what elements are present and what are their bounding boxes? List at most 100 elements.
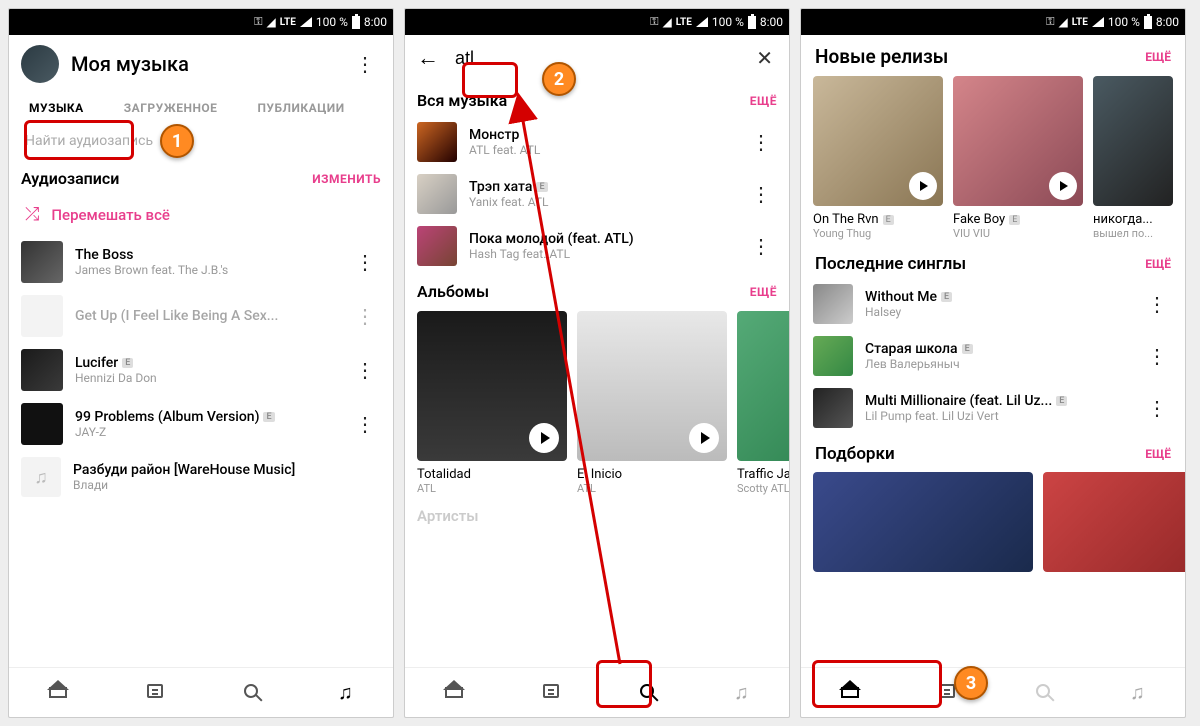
search-input[interactable] xyxy=(455,48,736,69)
album-art xyxy=(417,226,457,266)
pick-card[interactable] xyxy=(1043,472,1185,572)
track-more-icon[interactable]: ⋮ xyxy=(349,304,381,328)
nav-music-icon[interactable]: ♫ xyxy=(328,674,363,711)
track-more-icon[interactable]: ⋮ xyxy=(745,182,777,206)
wifi-icon: ◢ xyxy=(267,15,276,29)
album-art xyxy=(21,241,63,283)
track-more-icon[interactable]: ⋮ xyxy=(745,130,777,154)
shuffle-all-button[interactable]: ⤮ Перемешать всё xyxy=(9,194,393,235)
lte-label: LTE xyxy=(676,17,692,28)
section-all-music-header: Вся музыка ЕЩЁ xyxy=(405,81,789,116)
play-icon[interactable] xyxy=(529,423,559,453)
battery-icon xyxy=(748,16,756,29)
track-more-icon[interactable]: ⋮ xyxy=(1141,396,1173,420)
more-button[interactable]: ЕЩЁ xyxy=(1145,50,1171,64)
release-card[interactable]: никогда... вышел по... xyxy=(1093,76,1173,240)
more-button[interactable]: ЕЩЁ xyxy=(1145,447,1171,461)
album-art xyxy=(21,403,63,445)
search-placeholder[interactable]: Найти аудиозапись xyxy=(9,123,393,159)
album-card[interactable]: Totalidad ATL xyxy=(417,311,567,495)
track-title: Разбуди район [WareHouse Music] xyxy=(73,462,381,478)
play-icon[interactable] xyxy=(1049,172,1077,200)
section-singles-title: Последние синглы xyxy=(815,254,966,274)
picks-row[interactable] xyxy=(801,468,1185,576)
track-row[interactable]: Трэп хатаE Yanix feat. ATL ⋮ xyxy=(405,168,789,220)
tab-publications[interactable]: ПУБЛИКАЦИИ xyxy=(247,93,354,123)
releases-row[interactable]: On The RvnE Young Thug Fake BoyE VIU VIU… xyxy=(801,72,1185,244)
signal-icon xyxy=(696,17,708,27)
track-more-icon[interactable]: ⋮ xyxy=(349,250,381,274)
nav-search-icon[interactable] xyxy=(234,676,268,709)
nav-home-icon[interactable] xyxy=(831,676,869,709)
annotation-badge-2: 2 xyxy=(542,62,576,96)
lte-label: LTE xyxy=(280,17,296,28)
shuffle-icon: ⤮ xyxy=(25,204,39,225)
more-button[interactable]: ЕЩЁ xyxy=(750,285,777,299)
nav-music-icon[interactable]: ♫ xyxy=(724,674,759,711)
signal-icon xyxy=(1092,17,1104,27)
album-title: Totalidad xyxy=(417,467,567,482)
tabs: МУЗЫКА ЗАГРУЖЕННОЕ ПУБЛИКАЦИИ xyxy=(9,93,393,123)
avatar[interactable] xyxy=(21,45,59,83)
track-row[interactable]: Get Up (I Feel Like Being A Sex... ⋮ xyxy=(9,289,393,343)
tab-music[interactable]: МУЗЫКА xyxy=(19,93,94,123)
nav-search-icon[interactable] xyxy=(630,676,664,709)
album-art xyxy=(417,122,457,162)
track-artist: James Brown feat. The J.B.'s xyxy=(75,263,337,277)
more-button[interactable]: ЕЩЁ xyxy=(1145,257,1171,271)
release-card[interactable]: On The RvnE Young Thug xyxy=(813,76,943,240)
nav-list-icon[interactable] xyxy=(533,676,569,709)
track-list[interactable]: The Boss James Brown feat. The J.B.'s ⋮ … xyxy=(9,235,393,667)
clear-icon[interactable]: ✕ xyxy=(752,46,777,70)
nav-list-icon[interactable] xyxy=(137,676,173,709)
track-row[interactable]: ♫ Разбуди район [WareHouse Music] Влади xyxy=(9,451,393,503)
nav-music-icon[interactable]: ♫ xyxy=(1120,674,1155,711)
track-row[interactable]: The Boss James Brown feat. The J.B.'s ⋮ xyxy=(9,235,393,289)
album-art xyxy=(813,388,853,428)
album-card[interactable]: El Inicio ATL xyxy=(577,311,727,495)
nav-search-icon[interactable] xyxy=(1026,676,1060,709)
album-title: El Inicio xyxy=(577,467,727,482)
section-audio-title: Аудиозаписи xyxy=(21,169,119,188)
track-row[interactable]: Пока молодой (feat. ATL) Hash Tag feat. … xyxy=(405,220,789,272)
track-more-icon[interactable]: ⋮ xyxy=(1141,292,1173,316)
section-singles-header: Последние синглы ЕЩЁ xyxy=(801,244,1185,278)
track-more-icon[interactable]: ⋮ xyxy=(349,412,381,436)
more-button[interactable]: ЕЩЁ xyxy=(750,94,777,108)
section-all-music-title: Вся музыка xyxy=(417,91,507,110)
back-icon[interactable]: ← xyxy=(417,45,439,71)
track-more-icon[interactable]: ⋮ xyxy=(349,358,381,382)
track-row[interactable]: Монстр ATL feat. ATL ⋮ xyxy=(405,116,789,168)
edit-button[interactable]: ИЗМЕНИТЬ xyxy=(312,172,381,186)
release-cover xyxy=(953,76,1083,206)
album-artist: ATL xyxy=(577,482,727,495)
section-albums-header: Альбомы ЕЩЁ xyxy=(405,272,789,307)
album-card[interactable]: Traffic Ja... Scotty ATL xyxy=(737,311,789,495)
track-title: The Boss xyxy=(75,247,337,263)
play-icon[interactable] xyxy=(909,172,937,200)
more-menu-icon[interactable]: ⋮ xyxy=(349,52,381,76)
nav-home-icon[interactable] xyxy=(39,676,77,709)
play-icon[interactable] xyxy=(689,423,719,453)
section-audio-header: Аудиозаписи ИЗМЕНИТЬ xyxy=(9,159,393,194)
track-row[interactable]: 99 Problems (Album Version)E JAY-Z ⋮ xyxy=(9,397,393,451)
track-more-icon[interactable]: ⋮ xyxy=(745,234,777,258)
track-more-icon[interactable]: ⋮ xyxy=(1141,344,1173,368)
track-row[interactable]: Multi Millionaire (feat. Lil Uz...E Lil … xyxy=(801,382,1185,434)
release-artist: VIU VIU xyxy=(953,227,1083,240)
pick-card[interactable] xyxy=(813,472,1033,572)
track-title: Трэп хатаE xyxy=(469,179,733,195)
status-bar: ⚿ ◢ LTE 100 % 8:00 xyxy=(801,9,1185,35)
wifi-icon: ◢ xyxy=(663,15,672,29)
track-row[interactable]: Старая школаE Лев Валерьяныч ⋮ xyxy=(801,330,1185,382)
shuffle-label: Перемешать всё xyxy=(51,206,170,224)
nav-home-icon[interactable] xyxy=(435,676,473,709)
track-row[interactable]: LuciferE Hennizi Da Don ⋮ xyxy=(9,343,393,397)
bottom-nav: ♫ xyxy=(405,667,789,717)
track-row[interactable]: Without MeE Halsey ⋮ xyxy=(801,278,1185,330)
battery-percent: 100 % xyxy=(1108,15,1140,29)
albums-row[interactable]: Totalidad ATL El Inicio ATL Traffic Ja..… xyxy=(405,307,789,499)
release-card[interactable]: Fake BoyE VIU VIU xyxy=(953,76,1083,240)
vpn-key-icon: ⚿ xyxy=(650,15,658,29)
tab-downloaded[interactable]: ЗАГРУЖЕННОЕ xyxy=(114,93,228,123)
